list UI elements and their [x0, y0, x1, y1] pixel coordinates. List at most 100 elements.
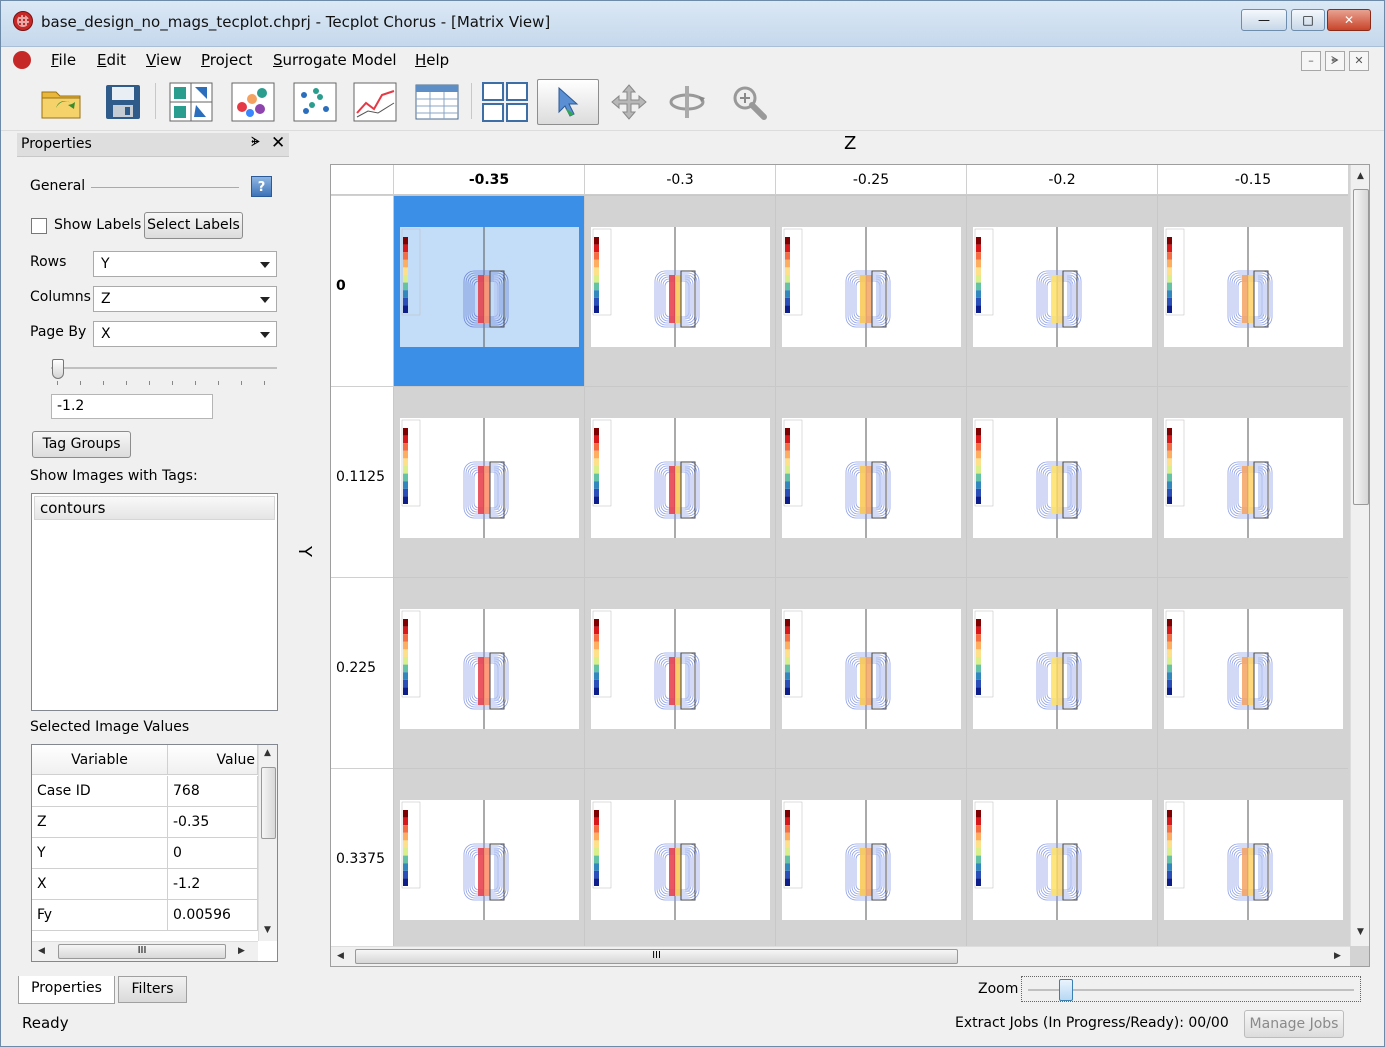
rotate-button[interactable] — [663, 79, 711, 125]
column-header[interactable]: -0.35 — [393, 165, 584, 195]
matrix-cell[interactable] — [1157, 195, 1348, 386]
page-slider[interactable] — [51, 359, 277, 389]
table-view-button[interactable] — [413, 79, 461, 125]
title-bar[interactable]: base_design_no_mags_tecplot.chprj - Tecp… — [1, 1, 1384, 47]
matrix-cell[interactable] — [584, 386, 775, 577]
menu-project[interactable]: Project — [201, 51, 252, 69]
scroll-left-icon[interactable]: ◀ — [337, 951, 344, 961]
close-panel-button[interactable]: ✕ — [271, 133, 285, 153]
column-header-value[interactable]: Value — [168, 745, 258, 775]
menu-file[interactable]: File — [51, 51, 76, 69]
vertical-scrollbar[interactable]: ▲ ▼ — [258, 745, 277, 941]
menu-view-mnemonic: V — [146, 51, 156, 69]
open-project-button[interactable] — [37, 79, 85, 125]
matrix-cell[interactable] — [1157, 768, 1348, 959]
matrix-cell[interactable] — [1157, 386, 1348, 577]
tag-groups-button[interactable]: Tag Groups — [32, 431, 131, 458]
tags-list[interactable]: contours — [31, 493, 278, 711]
matrix-cell[interactable] — [1157, 577, 1348, 768]
close-window-button[interactable]: ✕ — [1327, 9, 1371, 31]
pan-button[interactable] — [605, 79, 653, 125]
zoom-tool-button[interactable] — [725, 79, 773, 125]
menu-view[interactable]: View — [146, 51, 182, 69]
page-value-input[interactable]: -1.2 — [51, 394, 213, 419]
row-header[interactable]: 0 — [331, 195, 393, 386]
slider-thumb[interactable] — [52, 359, 64, 379]
matrix-cell[interactable] — [966, 577, 1157, 768]
matrix-cell[interactable] — [393, 768, 584, 959]
parallel-plot-button[interactable] — [167, 79, 215, 125]
table-cell-variable: Case ID — [32, 776, 168, 807]
list-item[interactable]: contours — [34, 496, 275, 520]
column-header[interactable]: -0.3 — [584, 165, 775, 195]
mdi-minimize-button[interactable]: – — [1301, 51, 1321, 71]
matrix-cell[interactable] — [775, 768, 966, 959]
scrollbar-thumb[interactable] — [261, 767, 276, 839]
row-header[interactable]: 0.225 — [331, 577, 393, 768]
matrix-cell[interactable] — [584, 195, 775, 386]
minimize-button[interactable]: — — [1241, 9, 1287, 31]
menu-help-mnemonic: H — [415, 51, 427, 69]
slider-thumb[interactable] — [1059, 979, 1074, 1001]
save-button[interactable] — [99, 79, 147, 125]
show-labels-checkbox[interactable] — [31, 218, 47, 234]
scroll-right-icon[interactable]: ▶ — [238, 946, 245, 956]
mdi-close-button[interactable]: ✕ — [1349, 51, 1369, 71]
scroll-left-icon[interactable]: ◀ — [38, 946, 45, 956]
cell-image — [782, 227, 961, 347]
matrix-cell[interactable] — [966, 386, 1157, 577]
zoom-slider[interactable] — [1021, 976, 1361, 1002]
matrix-cell[interactable] — [393, 386, 584, 577]
scroll-up-icon[interactable]: ▲ — [1357, 171, 1364, 181]
matrix-cell[interactable] — [966, 768, 1157, 959]
tecplot-app-icon — [13, 11, 33, 31]
columns-select[interactable]: Z — [93, 286, 277, 312]
matrix-grid[interactable]: -0.35 -0.3 -0.25 -0.2 -0.15 0 0.1125 0.225 0.33… — [330, 164, 1370, 967]
matrix-cell-selected[interactable] — [393, 195, 584, 386]
scrollbar-thumb[interactable]: III — [58, 944, 226, 959]
matrix-cell[interactable] — [966, 195, 1157, 386]
matrix-cell[interactable] — [775, 577, 966, 768]
scroll-right-icon[interactable]: ▶ — [1334, 951, 1341, 961]
tab-filters[interactable]: Filters — [118, 976, 187, 1003]
select-pointer-button[interactable] — [537, 79, 599, 125]
scrollbar-thumb[interactable] — [1353, 189, 1369, 505]
tab-properties[interactable]: Properties — [18, 976, 115, 1004]
column-header-variable[interactable]: Variable — [32, 745, 168, 775]
vertical-scrollbar[interactable]: ▲ ▼ — [1350, 165, 1369, 946]
column-header[interactable]: -0.15 — [1157, 165, 1348, 195]
column-header[interactable]: -0.25 — [775, 165, 966, 195]
line-plot-button[interactable] — [351, 79, 399, 125]
column-header[interactable]: -0.2 — [966, 165, 1157, 195]
float-panel-button[interactable]: ᗙ — [251, 135, 260, 150]
mdi-restore-button[interactable]: ᗙ — [1325, 51, 1345, 71]
cell-image — [400, 800, 579, 920]
matrix-cell[interactable] — [775, 195, 966, 386]
document-icon[interactable] — [13, 51, 31, 69]
contour-plot-image — [783, 800, 891, 920]
scroll-down-icon[interactable]: ▼ — [264, 925, 271, 935]
horizontal-scrollbar[interactable]: ◀ III ▶ — [32, 941, 258, 961]
maximize-button[interactable]: □ — [1291, 9, 1325, 31]
matrix-view-button[interactable] — [481, 79, 529, 125]
scrollbar-thumb[interactable]: III — [355, 949, 958, 964]
menu-help[interactable]: Help — [415, 51, 449, 69]
row-header[interactable]: 0.1125 — [331, 386, 393, 577]
scatter-2d-button[interactable] — [291, 79, 339, 125]
matrix-cell[interactable] — [393, 577, 584, 768]
menu-surrogate-model[interactable]: Surrogate Model — [273, 51, 397, 69]
scatter-3d-button[interactable] — [229, 79, 277, 125]
scroll-up-icon[interactable]: ▲ — [264, 748, 271, 758]
manage-jobs-button[interactable]: Manage Jobs — [1244, 1010, 1344, 1038]
rows-select[interactable]: Y — [93, 251, 277, 277]
menu-edit[interactable]: Edit — [97, 51, 126, 69]
matrix-cell[interactable] — [775, 386, 966, 577]
row-header[interactable]: 0.3375 — [331, 768, 393, 959]
select-labels-button[interactable]: Select Labels — [144, 212, 243, 239]
matrix-cell[interactable] — [584, 768, 775, 959]
help-icon[interactable]: ? — [251, 176, 272, 197]
scroll-down-icon[interactable]: ▼ — [1357, 927, 1364, 937]
matrix-cell[interactable] — [584, 577, 775, 768]
page-by-select[interactable]: X — [93, 321, 277, 347]
horizontal-scrollbar[interactable]: ◀ III ▶ — [331, 946, 1350, 966]
